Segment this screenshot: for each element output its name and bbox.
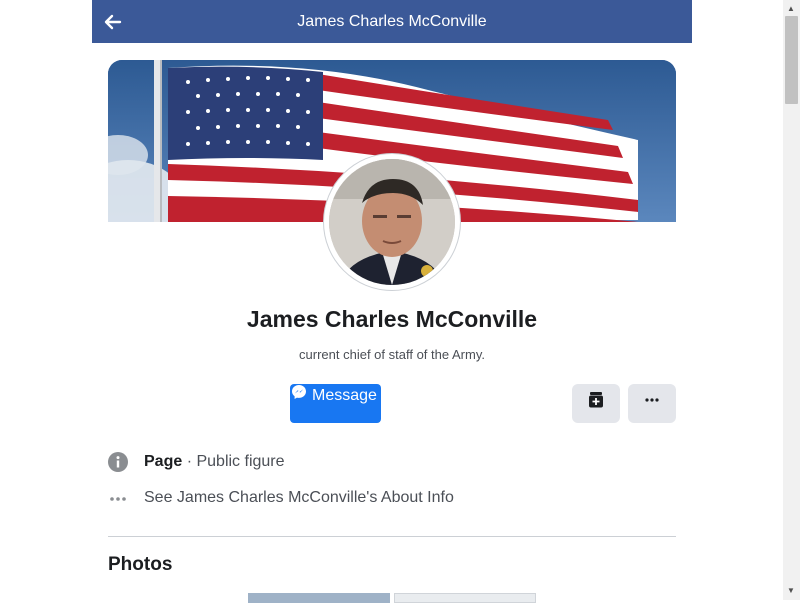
- scrollbar[interactable]: ▲ ▼: [783, 0, 800, 600]
- page-separator: ·: [182, 453, 197, 470]
- page-label: Page: [144, 453, 183, 470]
- about-info-row[interactable]: See James Charles McConville's About Inf…: [108, 486, 676, 510]
- photo-thumbnail[interactable]: [394, 593, 536, 603]
- scrollbar-thumb[interactable]: [785, 16, 798, 104]
- page-category: Public figure: [196, 453, 285, 470]
- photos-heading: Photos: [108, 554, 173, 575]
- photo-thumbnail[interactable]: [248, 593, 390, 603]
- info-icon: [108, 452, 128, 472]
- avatar: [329, 159, 455, 285]
- save-icon: [589, 392, 603, 408]
- more-dots-icon: [110, 497, 126, 501]
- profile-name: James Charles McConville: [246, 306, 538, 332]
- save-button[interactable]: [572, 384, 620, 423]
- divider: [108, 536, 676, 537]
- messenger-icon: [292, 385, 306, 399]
- more-options-button[interactable]: [628, 384, 676, 423]
- profile-picture[interactable]: [324, 154, 460, 290]
- scroll-up-arrow-icon[interactable]: ▲: [787, 4, 795, 14]
- top-bar: James Charles McConville: [92, 0, 692, 43]
- about-info-link[interactable]: See James Charles McConville's About Inf…: [144, 488, 454, 508]
- page-title: James Charles McConville: [297, 13, 487, 30]
- message-button-label: Message: [312, 387, 377, 404]
- profile-bio: current chief of staff of the Army.: [299, 347, 485, 362]
- message-button[interactable]: Message: [290, 384, 381, 423]
- page-category-row: Page · Public figure: [108, 450, 676, 474]
- scroll-down-arrow-icon[interactable]: ▼: [787, 586, 795, 596]
- more-dots-icon: [645, 398, 659, 402]
